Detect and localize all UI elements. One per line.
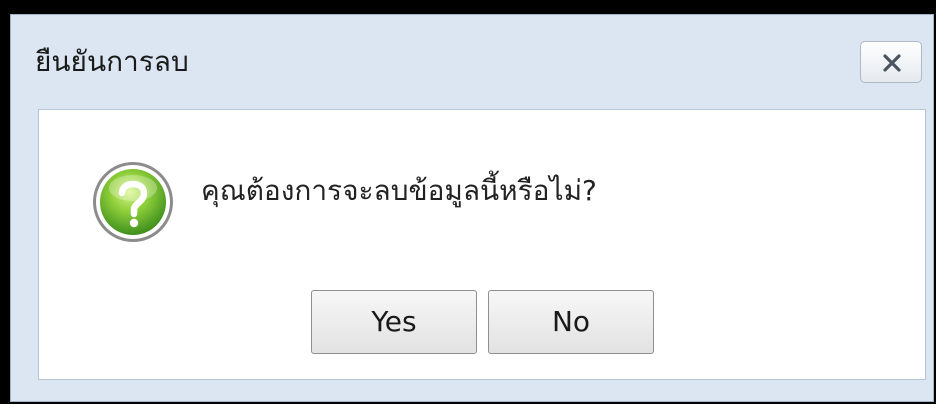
no-button[interactable]: No: [488, 290, 654, 354]
dialog-titlebar: ยืนยันการลบ: [11, 15, 933, 109]
dialog-message: คุณต้องการจะลบข้อมูลนี้หรือไม่?: [201, 174, 597, 207]
close-button[interactable]: [860, 41, 922, 83]
dialog-body: คุณต้องการจะลบข้อมูลนี้หรือไม่? Yes No: [38, 109, 926, 380]
yes-button[interactable]: Yes: [311, 290, 477, 354]
dialog-title: ยืนยันการลบ: [35, 45, 189, 78]
confirm-delete-dialog: ยืนยันการลบ คุณต้องการจะลบข้อมูลนี้หรือไ…: [10, 14, 934, 402]
close-icon: [883, 54, 901, 72]
question-icon: [93, 162, 173, 242]
